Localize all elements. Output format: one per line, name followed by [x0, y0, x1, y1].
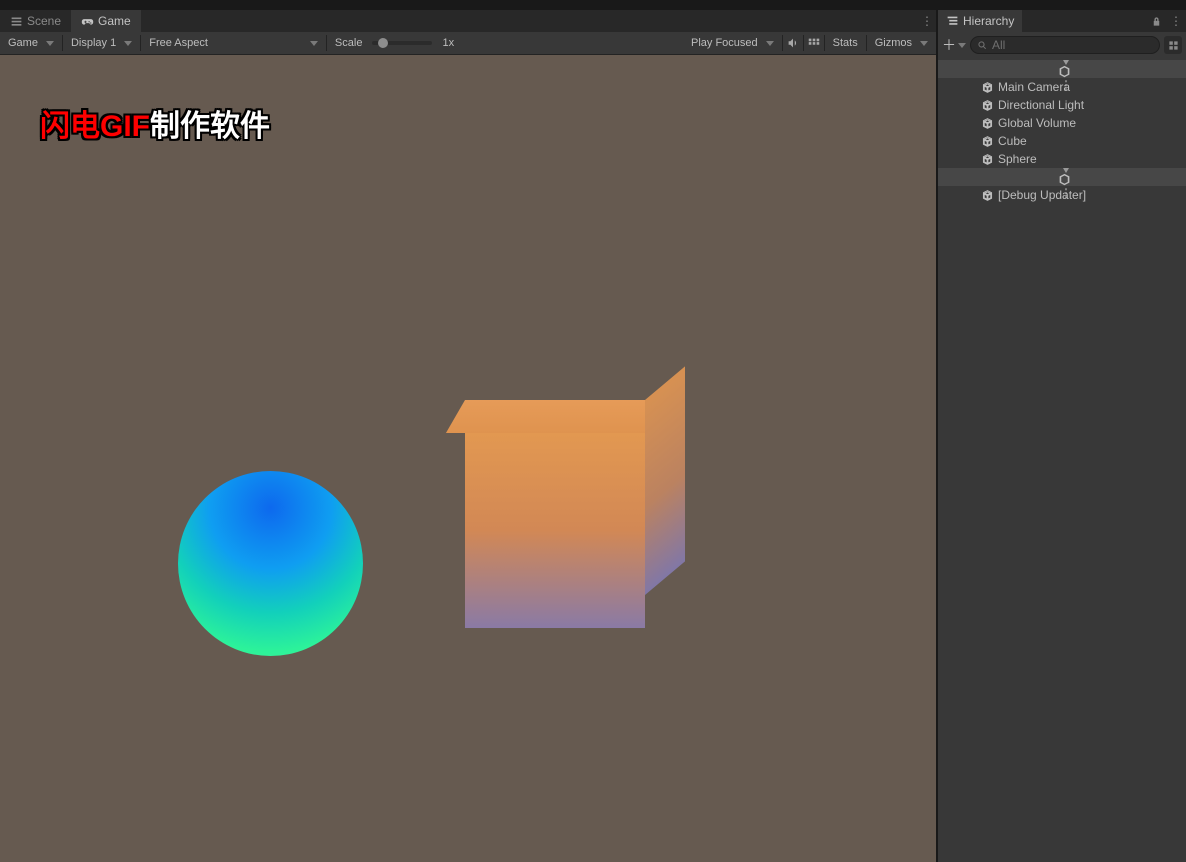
- hierarchy-item[interactable]: Directional Light: [938, 96, 1186, 114]
- vsync-button[interactable]: [804, 33, 824, 53]
- sphere-object: [178, 471, 363, 656]
- hierarchy-item[interactable]: [Debug Updater]: [938, 186, 1186, 204]
- tab-label: Scene: [27, 14, 61, 28]
- scale-slider[interactable]: Scale1x: [327, 32, 462, 54]
- hierarchy-item[interactable]: Cube: [938, 132, 1186, 150]
- gizmos-dropdown[interactable]: Gizmos: [867, 32, 936, 54]
- aspect-dropdown[interactable]: Free Aspect: [141, 32, 326, 54]
- game-viewport: 闪电GIF制作软件 闪电GIF制作软件: [0, 55, 936, 862]
- grid-icon: [807, 36, 821, 50]
- gameobject-icon: [980, 98, 994, 112]
- game-toolbar: Game Display 1 Free Aspect Scale1x Play …: [0, 32, 936, 55]
- chevron-down-icon: [310, 41, 318, 46]
- mute-audio-button[interactable]: [783, 33, 803, 53]
- item-label: Cube: [998, 134, 1182, 148]
- gameobject-icon: [980, 188, 994, 202]
- gamepad-icon: [81, 15, 94, 28]
- gameobject-icon: [980, 116, 994, 130]
- chevron-down-icon: [46, 41, 54, 46]
- slider-track[interactable]: [372, 41, 432, 45]
- scene-icon: [1057, 173, 1071, 186]
- hierarchy-icon: [946, 15, 959, 28]
- cube-object: [465, 395, 700, 650]
- tab-scene[interactable]: Scene: [0, 10, 71, 32]
- hierarchy-item[interactable]: Main Camera: [938, 78, 1186, 96]
- display-dropdown[interactable]: Display 1: [63, 32, 140, 54]
- item-label: Sphere: [998, 152, 1182, 166]
- hierarchy-search-input[interactable]: All: [970, 36, 1160, 54]
- chevron-down-icon: [124, 41, 132, 46]
- item-label: Global Volume: [998, 116, 1182, 130]
- audio-icon: [786, 36, 800, 50]
- hierarchy-tree: SampleScene⋮ Main Camera Directional Light…: [938, 58, 1186, 862]
- item-label: Directional Light: [998, 98, 1182, 112]
- chevron-down-icon: [958, 43, 966, 48]
- tab-menu-icon[interactable]: ⋮: [918, 14, 936, 28]
- item-label: Main Camera: [998, 80, 1182, 94]
- stats-button[interactable]: Stats: [825, 32, 866, 54]
- chevron-down-icon: [766, 41, 774, 46]
- search-category-button[interactable]: [1164, 36, 1182, 54]
- create-dropdown[interactable]: ＋: [942, 36, 966, 54]
- tab-hierarchy[interactable]: Hierarchy: [938, 10, 1022, 32]
- lock-button[interactable]: [1146, 10, 1166, 32]
- hierarchy-item[interactable]: Sphere: [938, 150, 1186, 168]
- game-mode-dropdown[interactable]: Game: [0, 32, 62, 54]
- watermark: 闪电GIF制作软件: [40, 101, 270, 145]
- scene-root[interactable]: SampleScene⋮: [938, 60, 1186, 78]
- chevron-down-icon: [920, 41, 928, 46]
- item-label: [Debug Updater]: [998, 188, 1182, 202]
- lock-icon: [1151, 16, 1162, 27]
- tab-label: Game: [98, 14, 131, 28]
- tab-label: Hierarchy: [963, 14, 1014, 28]
- play-focused-dropdown[interactable]: Play Focused: [683, 32, 782, 54]
- scene-icon: [1057, 65, 1071, 78]
- tab-game[interactable]: Game: [71, 10, 141, 32]
- panel-menu-icon[interactable]: ⋮: [1166, 10, 1186, 32]
- category-icon: [1168, 40, 1179, 51]
- gameobject-icon: [980, 152, 994, 166]
- search-placeholder: All: [992, 38, 1005, 52]
- scene-root[interactable]: DontDestroyOnLoad⋮: [938, 168, 1186, 186]
- gameobject-icon: [980, 80, 994, 94]
- search-icon: [977, 40, 988, 51]
- scene-icon: [10, 15, 23, 28]
- gameobject-icon: [980, 134, 994, 148]
- slider-handle[interactable]: [378, 38, 388, 48]
- hierarchy-item[interactable]: Global Volume: [938, 114, 1186, 132]
